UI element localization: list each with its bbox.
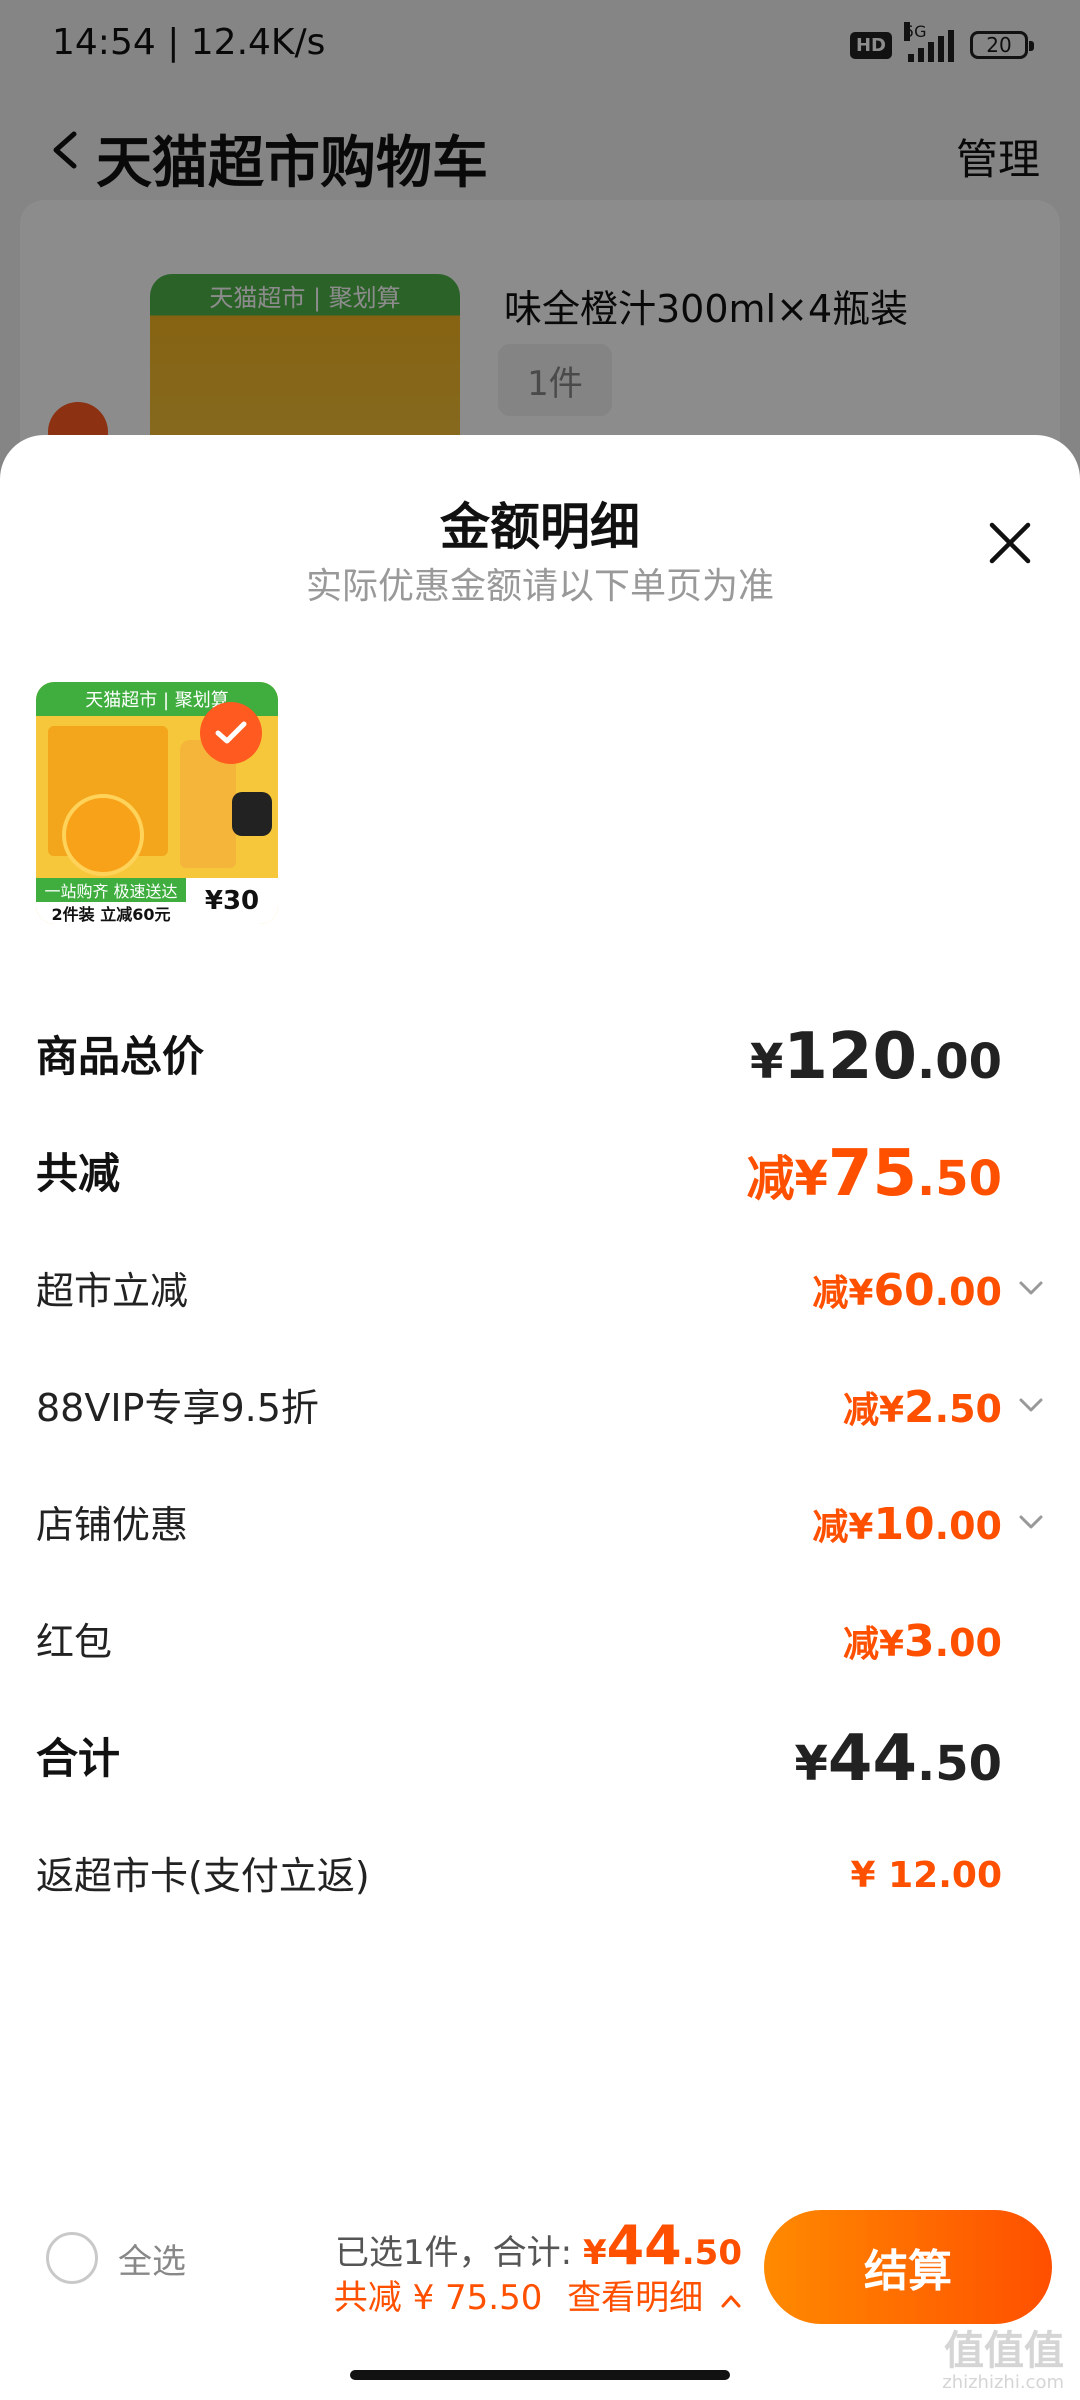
discount-total: 共减 ¥ 75.50 (333, 2278, 543, 2318)
amount-row-label: 88VIP专享9.5折 (36, 1386, 319, 1430)
view-detail-link[interactable]: 共减 ¥ 75.50 查看明细 (334, 2270, 742, 2319)
amount-prefix: 减¥ (842, 1624, 905, 1665)
select-all-label[interactable]: 全选 (118, 2234, 186, 2283)
amount-row-value: ¥120.00 (750, 1022, 1002, 1108)
amount-row-value: 减¥75.50 (747, 1139, 1003, 1225)
amount-row: 返超市卡(支付立返) ¥ 12.00 (36, 1841, 1044, 1911)
view-detail-label: 查看明细 (567, 2278, 704, 2318)
sheet-subtitle: 实际优惠金额请以下单页为准 (305, 566, 774, 607)
amount-int: 10 (873, 1499, 935, 1550)
sheet-title: 金额明细 (440, 498, 640, 556)
thumb-promo-strip-2: 2件装 立减60元 (36, 902, 186, 924)
amount-row-value: ¥ 12.00 (851, 1841, 1002, 1917)
amount-row: 合计 ¥44.50 (36, 1724, 1044, 1794)
amount-row-label: 合计 (36, 1734, 121, 1783)
watermark-url: zhizhizhi.com (942, 2372, 1064, 2393)
amount-prefix: 减¥ (812, 1273, 874, 1314)
amount-row-value: 减¥2.50 (843, 1373, 1002, 1452)
amount-dec: .50 (934, 1387, 1002, 1431)
total-prefix: ¥ (582, 2233, 607, 2273)
tmall-cat-icon (232, 792, 272, 836)
amount-int: 120 (783, 1020, 917, 1094)
amount-dec: .00 (938, 1855, 1002, 1896)
amount-row-label: 返超市卡(支付立返) (36, 1854, 370, 1898)
amount-prefix: ¥ (749, 1034, 784, 1090)
watermark-logo: 值值值 (944, 2328, 1064, 2374)
thumb-price: ¥30 (186, 878, 278, 924)
thumb-promo-strip: 一站购齐 极速送达 (36, 878, 186, 902)
amount-dec: .00 (934, 1621, 1002, 1665)
amount-prefix: ¥ (794, 1736, 828, 1792)
amount-row[interactable]: 超市立减 减¥60.00 (36, 1256, 1044, 1326)
amount-row-value: 减¥60.00 (812, 1256, 1002, 1335)
checkout-button[interactable]: 结算 (764, 2210, 1052, 2324)
summary-total: ¥44.50 (582, 2214, 742, 2277)
orange-image (62, 794, 144, 876)
amount-row-label: 红包 (36, 1620, 113, 1664)
amount-prefix: ¥ (850, 1855, 889, 1896)
amount-dec: .50 (916, 1151, 1002, 1207)
amount-dec: .50 (916, 1736, 1002, 1792)
amount-int: 44 (827, 1722, 917, 1796)
amount-row-label: 商品总价 (36, 1032, 205, 1081)
amount-detail-sheet: 金额明细 实际优惠金额请以下单页为准 天猫超市 | 聚划算 一站购齐 极速送达 … (0, 435, 1080, 2400)
amount-row-value: 减¥3.00 (843, 1607, 1002, 1686)
checkout-bar: 全选 已选1件，合计: ¥44.50 共减 ¥ 75.50 查看明细 结算 (0, 2170, 1080, 2330)
amount-int: 12 (888, 1855, 939, 1896)
amount-prefix: 减¥ (842, 1390, 905, 1431)
amount-row: 商品总价 ¥120.00 (36, 1022, 1044, 1092)
total-int: 44 (606, 2214, 682, 2277)
amount-row: 红包 减¥3.00 (36, 1607, 1044, 1677)
close-icon[interactable] (986, 519, 1034, 567)
amount-dec: .00 (934, 1504, 1002, 1548)
amount-row-value: ¥44.50 (795, 1724, 1003, 1810)
chevron-up-icon (721, 2295, 741, 2308)
amount-row: 共减 减¥75.50 (36, 1139, 1044, 1209)
chevron-down-icon[interactable] (1018, 1280, 1044, 1296)
amount-row[interactable]: 88VIP专享9.5折 减¥2.50 (36, 1373, 1044, 1443)
amount-row-label: 店铺优惠 (36, 1503, 189, 1547)
chevron-down-icon[interactable] (1018, 1514, 1044, 1530)
chevron-down-icon[interactable] (1018, 1397, 1044, 1413)
selected-summary: 已选1件，合计: ¥44.50 (335, 2214, 742, 2277)
amount-row-value: 减¥10.00 (812, 1490, 1002, 1569)
selected-check-icon (200, 702, 262, 764)
select-all-radio[interactable] (46, 2232, 98, 2284)
amount-dec: .00 (916, 1034, 1002, 1090)
amount-prefix: 减¥ (746, 1151, 828, 1207)
amount-int: 2 (904, 1382, 935, 1433)
home-indicator[interactable] (350, 2370, 730, 2380)
amount-dec: .00 (934, 1270, 1002, 1314)
amount-row-label: 共减 (36, 1149, 121, 1198)
amount-prefix: 减¥ (812, 1507, 874, 1548)
amount-int: 3 (904, 1616, 935, 1667)
total-dec: .50 (681, 2233, 742, 2273)
amount-row-label: 超市立减 (36, 1269, 189, 1313)
amount-int: 60 (873, 1265, 935, 1316)
amount-int: 75 (827, 1137, 917, 1211)
amount-row[interactable]: 店铺优惠 减¥10.00 (36, 1490, 1044, 1560)
selected-text: 已选1件，合计: (335, 2233, 583, 2273)
